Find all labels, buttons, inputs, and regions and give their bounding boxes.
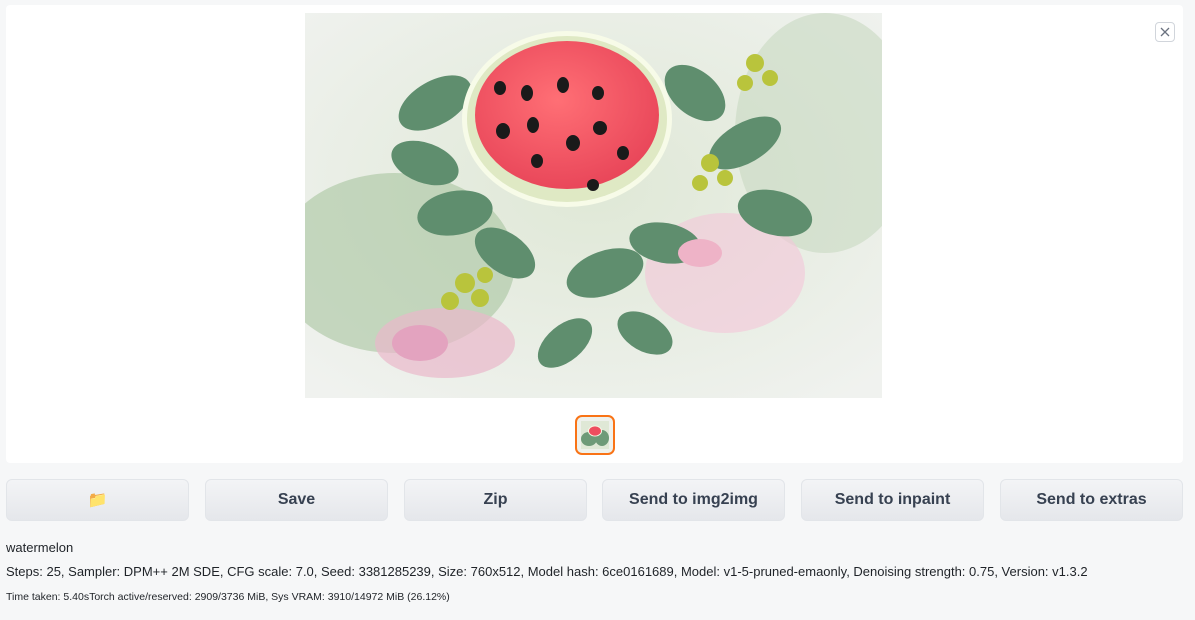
timing-info: Time taken: 5.40sTorch active/reserved: … bbox=[6, 591, 450, 603]
send-to-inpaint-button[interactable]: Send to inpaint bbox=[801, 479, 984, 521]
folder-icon: 📁 bbox=[87, 492, 108, 509]
generated-image[interactable] bbox=[305, 13, 882, 398]
zip-button[interactable]: Zip bbox=[404, 479, 587, 521]
send-to-extras-button[interactable]: Send to extras bbox=[1000, 479, 1183, 521]
thumbnail-image bbox=[581, 421, 609, 449]
app-page: 📁 Save Zip Send to img2img Send to inpai… bbox=[0, 0, 1195, 620]
generation-parameters: Steps: 25, Sampler: DPM++ 2M SDE, CFG sc… bbox=[6, 564, 1088, 579]
open-folder-button[interactable]: 📁 bbox=[6, 479, 189, 521]
generation-info: watermelon Steps: 25, Sampler: DPM++ 2M … bbox=[6, 540, 1186, 604]
save-button[interactable]: Save bbox=[205, 479, 388, 521]
close-icon bbox=[1160, 27, 1170, 37]
image-gallery bbox=[6, 5, 1183, 463]
watermelon-image bbox=[305, 13, 882, 398]
prompt-text: watermelon bbox=[6, 540, 74, 555]
send-to-img2img-button[interactable]: Send to img2img bbox=[602, 479, 785, 521]
gallery-thumbnail[interactable] bbox=[575, 415, 615, 455]
close-gallery-button[interactable] bbox=[1155, 22, 1175, 42]
